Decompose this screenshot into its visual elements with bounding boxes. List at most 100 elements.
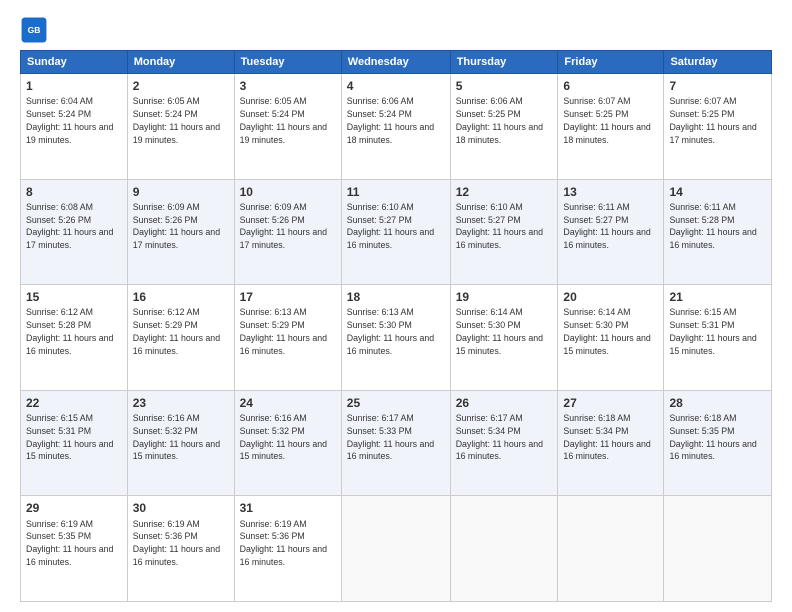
- calendar-table: SundayMondayTuesdayWednesdayThursdayFrid…: [20, 50, 772, 602]
- day-info: Sunrise: 6:14 AMSunset: 5:30 PMDaylight:…: [456, 307, 543, 355]
- day-cell: 22 Sunrise: 6:15 AMSunset: 5:31 PMDaylig…: [21, 390, 128, 496]
- day-number: 30: [133, 500, 229, 516]
- day-number: 10: [240, 184, 336, 200]
- day-info: Sunrise: 6:09 AMSunset: 5:26 PMDaylight:…: [240, 202, 327, 250]
- day-cell: [450, 496, 558, 602]
- day-info: Sunrise: 6:18 AMSunset: 5:35 PMDaylight:…: [669, 413, 756, 461]
- week-row-1: 1 Sunrise: 6:04 AMSunset: 5:24 PMDayligh…: [21, 74, 772, 180]
- day-cell: 18 Sunrise: 6:13 AMSunset: 5:30 PMDaylig…: [341, 285, 450, 391]
- day-info: Sunrise: 6:19 AMSunset: 5:35 PMDaylight:…: [26, 519, 113, 567]
- day-info: Sunrise: 6:09 AMSunset: 5:26 PMDaylight:…: [133, 202, 220, 250]
- logo-icon: GB: [20, 16, 48, 44]
- day-info: Sunrise: 6:16 AMSunset: 5:32 PMDaylight:…: [240, 413, 327, 461]
- day-info: Sunrise: 6:15 AMSunset: 5:31 PMDaylight:…: [669, 307, 756, 355]
- day-number: 26: [456, 395, 553, 411]
- day-number: 22: [26, 395, 122, 411]
- day-number: 2: [133, 78, 229, 94]
- day-cell: 16 Sunrise: 6:12 AMSunset: 5:29 PMDaylig…: [127, 285, 234, 391]
- day-number: 13: [563, 184, 658, 200]
- day-cell: 11 Sunrise: 6:10 AMSunset: 5:27 PMDaylig…: [341, 179, 450, 285]
- day-cell: 27 Sunrise: 6:18 AMSunset: 5:34 PMDaylig…: [558, 390, 664, 496]
- col-header-thursday: Thursday: [450, 51, 558, 74]
- day-info: Sunrise: 6:17 AMSunset: 5:33 PMDaylight:…: [347, 413, 434, 461]
- day-cell: 29 Sunrise: 6:19 AMSunset: 5:35 PMDaylig…: [21, 496, 128, 602]
- day-cell: 7 Sunrise: 6:07 AMSunset: 5:25 PMDayligh…: [664, 74, 772, 180]
- day-cell: 15 Sunrise: 6:12 AMSunset: 5:28 PMDaylig…: [21, 285, 128, 391]
- day-cell: [558, 496, 664, 602]
- col-header-wednesday: Wednesday: [341, 51, 450, 74]
- week-row-4: 22 Sunrise: 6:15 AMSunset: 5:31 PMDaylig…: [21, 390, 772, 496]
- day-cell: 4 Sunrise: 6:06 AMSunset: 5:24 PMDayligh…: [341, 74, 450, 180]
- calendar-header-row: SundayMondayTuesdayWednesdayThursdayFrid…: [21, 51, 772, 74]
- day-number: 9: [133, 184, 229, 200]
- col-header-saturday: Saturday: [664, 51, 772, 74]
- day-cell: 19 Sunrise: 6:14 AMSunset: 5:30 PMDaylig…: [450, 285, 558, 391]
- day-cell: 21 Sunrise: 6:15 AMSunset: 5:31 PMDaylig…: [664, 285, 772, 391]
- day-number: 20: [563, 289, 658, 305]
- logo: GB: [20, 16, 52, 44]
- day-info: Sunrise: 6:17 AMSunset: 5:34 PMDaylight:…: [456, 413, 543, 461]
- day-info: Sunrise: 6:19 AMSunset: 5:36 PMDaylight:…: [133, 519, 220, 567]
- col-header-monday: Monday: [127, 51, 234, 74]
- week-row-3: 15 Sunrise: 6:12 AMSunset: 5:28 PMDaylig…: [21, 285, 772, 391]
- day-cell: 14 Sunrise: 6:11 AMSunset: 5:28 PMDaylig…: [664, 179, 772, 285]
- col-header-sunday: Sunday: [21, 51, 128, 74]
- day-cell: [341, 496, 450, 602]
- day-info: Sunrise: 6:14 AMSunset: 5:30 PMDaylight:…: [563, 307, 650, 355]
- day-info: Sunrise: 6:12 AMSunset: 5:28 PMDaylight:…: [26, 307, 113, 355]
- day-cell: 2 Sunrise: 6:05 AMSunset: 5:24 PMDayligh…: [127, 74, 234, 180]
- day-cell: 26 Sunrise: 6:17 AMSunset: 5:34 PMDaylig…: [450, 390, 558, 496]
- day-number: 1: [26, 78, 122, 94]
- col-header-tuesday: Tuesday: [234, 51, 341, 74]
- day-info: Sunrise: 6:05 AMSunset: 5:24 PMDaylight:…: [133, 96, 220, 144]
- day-number: 11: [347, 184, 445, 200]
- day-number: 28: [669, 395, 766, 411]
- day-cell: 25 Sunrise: 6:17 AMSunset: 5:33 PMDaylig…: [341, 390, 450, 496]
- day-info: Sunrise: 6:11 AMSunset: 5:28 PMDaylight:…: [669, 202, 756, 250]
- day-info: Sunrise: 6:13 AMSunset: 5:30 PMDaylight:…: [347, 307, 434, 355]
- day-cell: 1 Sunrise: 6:04 AMSunset: 5:24 PMDayligh…: [21, 74, 128, 180]
- day-cell: 24 Sunrise: 6:16 AMSunset: 5:32 PMDaylig…: [234, 390, 341, 496]
- day-cell: 3 Sunrise: 6:05 AMSunset: 5:24 PMDayligh…: [234, 74, 341, 180]
- day-cell: 30 Sunrise: 6:19 AMSunset: 5:36 PMDaylig…: [127, 496, 234, 602]
- day-info: Sunrise: 6:07 AMSunset: 5:25 PMDaylight:…: [669, 96, 756, 144]
- day-info: Sunrise: 6:10 AMSunset: 5:27 PMDaylight:…: [347, 202, 434, 250]
- day-number: 24: [240, 395, 336, 411]
- day-number: 5: [456, 78, 553, 94]
- day-number: 31: [240, 500, 336, 516]
- week-row-5: 29 Sunrise: 6:19 AMSunset: 5:35 PMDaylig…: [21, 496, 772, 602]
- day-cell: 23 Sunrise: 6:16 AMSunset: 5:32 PMDaylig…: [127, 390, 234, 496]
- day-info: Sunrise: 6:19 AMSunset: 5:36 PMDaylight:…: [240, 519, 327, 567]
- day-info: Sunrise: 6:06 AMSunset: 5:25 PMDaylight:…: [456, 96, 543, 144]
- day-number: 15: [26, 289, 122, 305]
- day-cell: 6 Sunrise: 6:07 AMSunset: 5:25 PMDayligh…: [558, 74, 664, 180]
- day-info: Sunrise: 6:05 AMSunset: 5:24 PMDaylight:…: [240, 96, 327, 144]
- day-cell: 8 Sunrise: 6:08 AMSunset: 5:26 PMDayligh…: [21, 179, 128, 285]
- day-info: Sunrise: 6:15 AMSunset: 5:31 PMDaylight:…: [26, 413, 113, 461]
- day-number: 7: [669, 78, 766, 94]
- day-info: Sunrise: 6:08 AMSunset: 5:26 PMDaylight:…: [26, 202, 113, 250]
- day-cell: 28 Sunrise: 6:18 AMSunset: 5:35 PMDaylig…: [664, 390, 772, 496]
- day-cell: 20 Sunrise: 6:14 AMSunset: 5:30 PMDaylig…: [558, 285, 664, 391]
- day-info: Sunrise: 6:07 AMSunset: 5:25 PMDaylight:…: [563, 96, 650, 144]
- day-number: 23: [133, 395, 229, 411]
- day-info: Sunrise: 6:13 AMSunset: 5:29 PMDaylight:…: [240, 307, 327, 355]
- svg-text:GB: GB: [28, 25, 41, 35]
- day-cell: 17 Sunrise: 6:13 AMSunset: 5:29 PMDaylig…: [234, 285, 341, 391]
- calendar-page: GB SundayMondayTuesdayWednesdayThursdayF…: [0, 0, 792, 612]
- day-number: 19: [456, 289, 553, 305]
- day-cell: 12 Sunrise: 6:10 AMSunset: 5:27 PMDaylig…: [450, 179, 558, 285]
- day-number: 14: [669, 184, 766, 200]
- day-info: Sunrise: 6:06 AMSunset: 5:24 PMDaylight:…: [347, 96, 434, 144]
- day-info: Sunrise: 6:18 AMSunset: 5:34 PMDaylight:…: [563, 413, 650, 461]
- day-cell: 31 Sunrise: 6:19 AMSunset: 5:36 PMDaylig…: [234, 496, 341, 602]
- day-cell: 5 Sunrise: 6:06 AMSunset: 5:25 PMDayligh…: [450, 74, 558, 180]
- day-info: Sunrise: 6:04 AMSunset: 5:24 PMDaylight:…: [26, 96, 113, 144]
- day-number: 6: [563, 78, 658, 94]
- day-cell: [664, 496, 772, 602]
- day-number: 4: [347, 78, 445, 94]
- day-info: Sunrise: 6:16 AMSunset: 5:32 PMDaylight:…: [133, 413, 220, 461]
- day-cell: 10 Sunrise: 6:09 AMSunset: 5:26 PMDaylig…: [234, 179, 341, 285]
- day-number: 25: [347, 395, 445, 411]
- day-info: Sunrise: 6:10 AMSunset: 5:27 PMDaylight:…: [456, 202, 543, 250]
